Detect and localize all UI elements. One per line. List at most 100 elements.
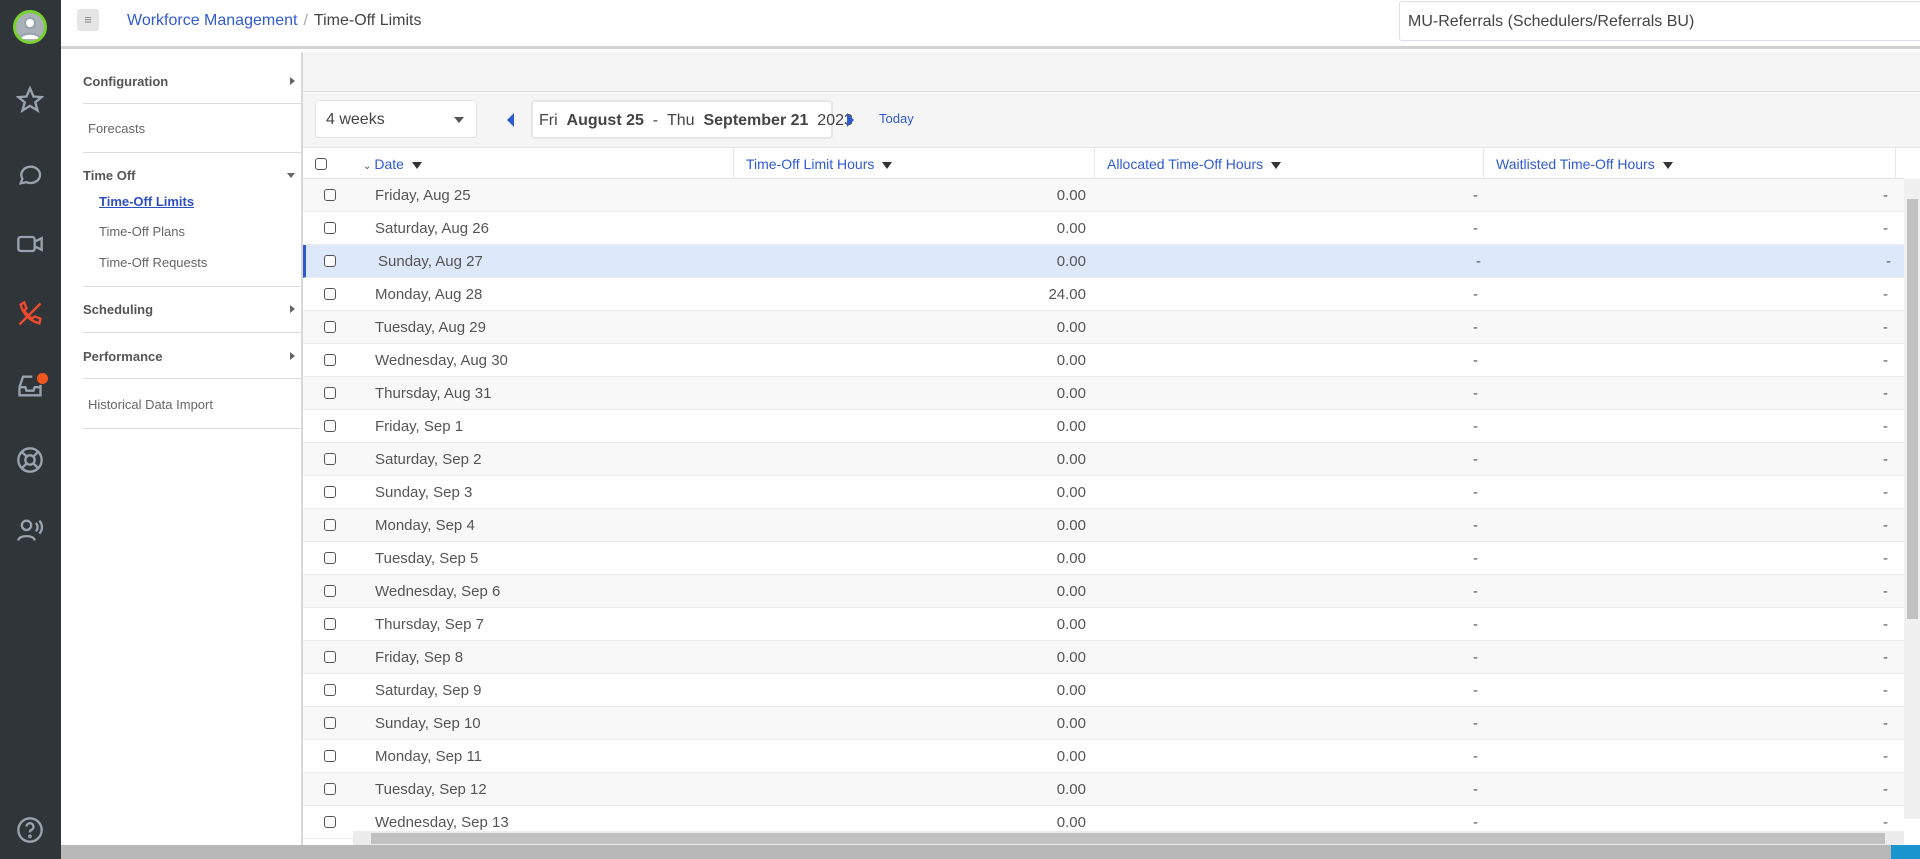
table-row[interactable]: Friday, Sep 1 0.00 - - (303, 410, 1904, 443)
row-checkbox[interactable] (324, 288, 336, 300)
table-row[interactable]: Friday, Aug 25 0.00 - - (303, 179, 1904, 212)
filter-icon[interactable] (1271, 161, 1282, 169)
column-limit-hours[interactable]: Time-Off Limit Hours (733, 148, 1094, 179)
filter-icon[interactable] (882, 161, 893, 169)
video-icon[interactable] (14, 228, 46, 260)
user-avatar[interactable] (13, 10, 47, 44)
cell-waitlisted-hours: - (1883, 517, 1888, 534)
table-row[interactable]: Tuesday, Sep 5 0.00 - - (303, 542, 1904, 575)
column-menu-icon[interactable]: ⋮ (1895, 148, 1904, 179)
table-row[interactable]: Sunday, Sep 3 0.00 - - (303, 476, 1904, 509)
row-checkbox[interactable] (324, 816, 336, 828)
previous-range-button[interactable] (507, 113, 514, 127)
row-checkbox[interactable] (324, 585, 336, 597)
nav-time-off-limits[interactable]: Time-Off Limits (99, 194, 194, 209)
row-checkbox[interactable] (324, 750, 336, 762)
cell-waitlisted-hours: - (1883, 682, 1888, 699)
row-checkbox[interactable] (324, 453, 336, 465)
cell-date: Friday, Sep 1 (375, 418, 464, 435)
agent-voice-icon[interactable] (14, 514, 46, 546)
nav-time-off-requests[interactable]: Time-Off Requests (99, 255, 207, 270)
vertical-scroll-thumb[interactable] (1907, 199, 1918, 619)
lifebuoy-icon[interactable] (14, 444, 46, 476)
help-icon[interactable] (14, 814, 46, 846)
breadcrumb-parent[interactable]: Workforce Management (127, 12, 297, 29)
horizontal-scroll-thumb[interactable] (371, 833, 1885, 844)
menu-toggle-button[interactable]: ≡ (77, 9, 99, 31)
cell-allocated-hours: - (1473, 517, 1478, 534)
today-button[interactable]: Today (879, 111, 914, 126)
table-row[interactable]: Thursday, Sep 7 0.00 - - (303, 608, 1904, 641)
column-waitlisted-hours[interactable]: Waitlisted Time-Off Hours (1483, 148, 1895, 179)
table-row[interactable]: Tuesday, Sep 12 0.00 - - (303, 773, 1904, 806)
column-allocated-hours[interactable]: Allocated Time-Off Hours (1094, 148, 1483, 179)
table-row[interactable]: Sunday, Aug 27 0.00 - - (303, 245, 1904, 278)
column-date[interactable]: ⌄ Date (363, 148, 733, 179)
cell-allocated-hours: - (1473, 451, 1478, 468)
filter-icon[interactable] (1662, 161, 1673, 169)
nav-forecasts[interactable]: Forecasts (88, 121, 145, 136)
bottom-bar-accent (1891, 845, 1920, 859)
table-row[interactable]: Saturday, Sep 2 0.00 - - (303, 443, 1904, 476)
nav-performance[interactable]: Performance (83, 349, 303, 364)
cell-allocated-hours: - (1473, 319, 1478, 336)
range-start: August 25 (566, 112, 644, 129)
row-checkbox[interactable] (324, 651, 336, 663)
phone-off-icon[interactable] (14, 298, 46, 330)
cell-allocated-hours: - (1473, 352, 1478, 369)
row-checkbox[interactable] (324, 618, 336, 630)
table-row[interactable]: Wednesday, Sep 6 0.00 - - (303, 575, 1904, 608)
row-checkbox[interactable] (324, 420, 336, 432)
row-checkbox[interactable] (324, 387, 336, 399)
row-checkbox[interactable] (324, 255, 336, 267)
row-checkbox[interactable] (324, 552, 336, 564)
row-checkbox[interactable] (324, 354, 336, 366)
cell-waitlisted-hours: - (1883, 418, 1888, 435)
date-range-display[interactable]: Fri August 25 - Thu September 21 2023 (531, 100, 853, 139)
divider (83, 332, 303, 333)
table-row[interactable]: Wednesday, Aug 30 0.00 - - (303, 344, 1904, 377)
cell-limit-hours: 0.00 (1056, 253, 1086, 270)
cell-allocated-hours: - (1473, 385, 1478, 402)
table-row[interactable]: Friday, Sep 8 0.00 - - (303, 641, 1904, 674)
star-icon[interactable] (14, 84, 46, 116)
cell-allocated-hours: - (1473, 550, 1478, 567)
cell-limit-hours: 0.00 (1056, 649, 1086, 666)
nav-time-off-plans[interactable]: Time-Off Plans (99, 224, 185, 239)
table-row[interactable]: Tuesday, Aug 29 0.00 - - (303, 311, 1904, 344)
table-row[interactable]: Sunday, Sep 10 0.00 - - (303, 707, 1904, 740)
business-unit-select[interactable]: MU-Referrals (Schedulers/Referrals BU) (1399, 1, 1920, 41)
cell-date: Tuesday, Aug 29 (375, 319, 486, 336)
row-checkbox[interactable] (324, 519, 336, 531)
row-checkbox[interactable] (324, 189, 336, 201)
table-row[interactable]: Monday, Sep 4 0.00 - - (303, 509, 1904, 542)
row-checkbox[interactable] (324, 321, 336, 333)
table-row[interactable]: Saturday, Sep 9 0.00 - - (303, 674, 1904, 707)
period-select[interactable]: 4 weeks (315, 100, 477, 138)
cell-waitlisted-hours: - (1883, 484, 1888, 501)
table-row[interactable]: Thursday, Aug 31 0.00 - - (303, 377, 1904, 410)
row-checkbox[interactable] (324, 783, 336, 795)
nav-time-off[interactable]: Time Off (83, 168, 303, 183)
next-range-button[interactable] (847, 113, 854, 127)
row-checkbox[interactable] (324, 222, 336, 234)
nav-configuration[interactable]: Configuration (83, 74, 303, 89)
chat-icon[interactable] (14, 158, 46, 190)
range-end-dow: Thu (667, 112, 695, 129)
table-row[interactable]: Monday, Aug 28 24.00 - - (303, 278, 1904, 311)
cell-waitlisted-hours: - (1883, 781, 1888, 798)
nav-historical-data-import[interactable]: Historical Data Import (88, 397, 213, 412)
nav-scheduling[interactable]: Scheduling (83, 302, 303, 317)
row-checkbox[interactable] (324, 486, 336, 498)
table-row[interactable]: Monday, Sep 11 0.00 - - (303, 740, 1904, 773)
filter-icon[interactable] (411, 161, 422, 169)
row-checkbox[interactable] (324, 684, 336, 696)
table-row[interactable]: Saturday, Aug 26 0.00 - - (303, 212, 1904, 245)
horizontal-scrollbar[interactable] (353, 831, 1904, 845)
cell-date: Saturday, Sep 9 (375, 682, 482, 699)
row-checkbox[interactable] (324, 717, 336, 729)
cell-limit-hours: 0.00 (1056, 715, 1086, 732)
select-all-checkbox[interactable] (315, 158, 327, 170)
cell-limit-hours: 0.00 (1056, 352, 1086, 369)
vertical-scrollbar[interactable] (1904, 179, 1920, 819)
